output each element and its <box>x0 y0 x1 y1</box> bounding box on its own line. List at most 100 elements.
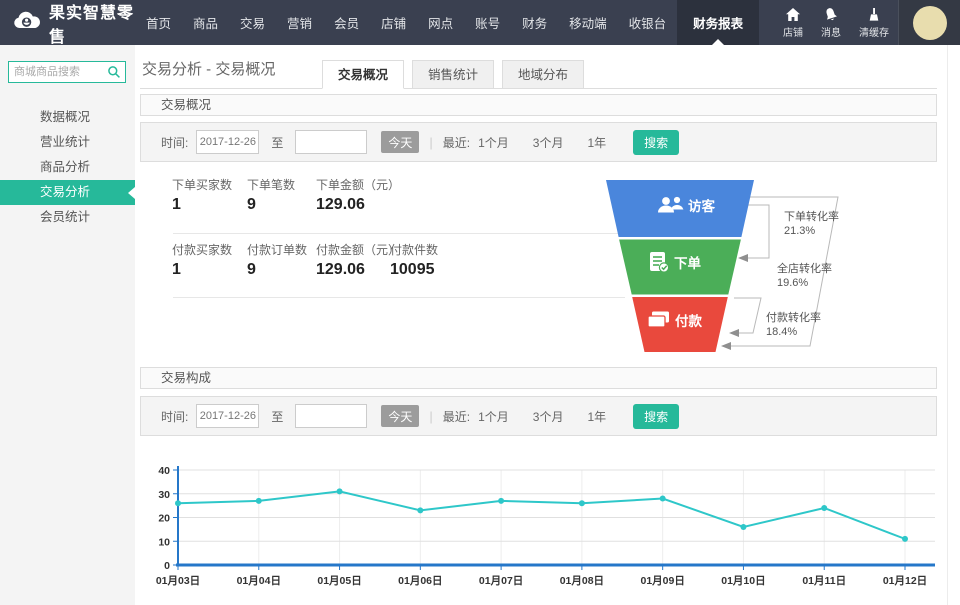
svg-text:01月08日: 01月08日 <box>560 575 604 587</box>
nav-item-marketing[interactable]: 营销 <box>276 0 323 45</box>
time-label: 时间: <box>161 134 188 151</box>
panel2-start-date-input[interactable] <box>196 404 259 428</box>
nav-item-finance-report-label: 财务报表 <box>693 13 743 32</box>
panel2-end-date-input[interactable] <box>295 404 367 428</box>
svg-text:01月11日: 01月11日 <box>802 575 846 587</box>
filter-divider: | <box>429 135 432 150</box>
main-content: 交易分析 - 交易概况 交易概况 销售统计 地域分布 交易概况 时间: 至 今天… <box>135 45 960 605</box>
clear-cache-button-label: 清缓存 <box>859 24 889 39</box>
filter-divider: | <box>429 409 432 424</box>
cloud-logo-icon <box>12 10 42 36</box>
search-icon[interactable] <box>107 65 121 84</box>
panel1-range-3month[interactable]: 3个月 <box>533 134 564 151</box>
avatar <box>913 6 947 40</box>
conversion-funnel-chart: 访客 下单 付款 下单转化率 21.3% 全店转化率 19.6% 付款转化率 1… <box>590 170 960 365</box>
panel2-search-button[interactable]: 搜索 <box>633 404 679 429</box>
nav-item-finance-report[interactable]: 财务报表 <box>677 0 759 45</box>
svg-text:01月10日: 01月10日 <box>721 575 765 587</box>
svg-text:20: 20 <box>158 513 170 525</box>
panel1-start-date-input[interactable] <box>196 130 259 154</box>
trade-composition-line-chart: 01020304001月03日01月04日01月05日01月06日01月07日0… <box>150 455 940 590</box>
panel2-today-button[interactable]: 今天 <box>381 405 419 427</box>
active-item-arrow-icon <box>128 187 135 199</box>
panel1-end-date-input[interactable] <box>295 130 367 154</box>
svg-text:01月05日: 01月05日 <box>317 575 361 587</box>
panel1-range-1month[interactable]: 1个月 <box>478 134 509 151</box>
top-nav: 果实智慧零售 首页 商品 交易 营销 会员 店铺 网点 账号 财务 移动端 收银… <box>0 0 960 45</box>
stat-order-amount: 下单金额（元） 129.06 <box>316 176 390 214</box>
funnel-stage-label-payments: 付款 <box>675 313 703 329</box>
sidebar-item-member-stats[interactable]: 会员统计 <box>0 205 135 230</box>
stats-divider <box>173 297 625 298</box>
funnel-stage-label-orders: 下单 <box>674 255 702 271</box>
active-nav-caret-icon <box>712 39 724 45</box>
svg-text:01月09日: 01月09日 <box>640 575 684 587</box>
sidebar-item-business-stats[interactable]: 营业统计 <box>0 130 135 155</box>
panel1-today-button[interactable]: 今天 <box>381 131 419 153</box>
arrow-left-icon <box>729 329 739 337</box>
svg-text:01月07日: 01月07日 <box>479 575 523 587</box>
breadcrumb: 交易分析 - 交易概况 <box>142 58 275 79</box>
svg-text:01月04日: 01月04日 <box>237 575 281 587</box>
recent-label: 最近: <box>443 408 470 425</box>
sidebar-item-goods-analysis[interactable]: 商品分析 <box>0 155 135 180</box>
panel1-range-1year[interactable]: 1年 <box>587 134 606 151</box>
shop-button[interactable]: 店铺 <box>774 0 812 45</box>
svg-text:10: 10 <box>158 536 170 548</box>
stat-order-buyers: 下单买家数 1 <box>172 176 247 214</box>
conversion-order-rate-label: 下单转化率 <box>784 209 839 223</box>
panel2-range-1month[interactable]: 1个月 <box>478 408 509 425</box>
stat-pay-items: 付款件数 10095 <box>390 241 438 279</box>
nav-item-trade[interactable]: 交易 <box>229 0 276 45</box>
messages-button[interactable]: 消息 <box>812 0 850 45</box>
svg-text:30: 30 <box>158 489 170 501</box>
svg-text:0: 0 <box>164 560 170 572</box>
clear-cache-button[interactable]: 清缓存 <box>850 0 898 45</box>
brand-logo[interactable]: 果实智慧零售 <box>0 0 135 45</box>
nav-item-mobile[interactable]: 移动端 <box>558 0 618 45</box>
panel1-title: 交易概况 <box>140 94 937 116</box>
stat-pay-buyers: 付款买家数 1 <box>172 241 247 279</box>
panel2-range-3month[interactable]: 3个月 <box>533 408 564 425</box>
recent-label: 最近: <box>443 134 470 151</box>
panel1-filter-bar: 时间: 至 今天 | 最近: 1个月 3个月 1年 搜索 <box>140 122 937 162</box>
panel2-range-1year[interactable]: 1年 <box>587 408 606 425</box>
nav-item-home[interactable]: 首页 <box>135 0 182 45</box>
funnel-connector-line <box>731 298 761 333</box>
stats-divider <box>173 233 625 234</box>
arrow-left-icon <box>738 254 748 262</box>
broom-icon <box>866 7 882 22</box>
conversion-order-rate-value: 21.3% <box>784 225 815 237</box>
brand-title: 果实智慧零售 <box>49 0 135 47</box>
time-label: 时间: <box>161 408 188 425</box>
conversion-pay-rate-value: 18.4% <box>766 326 797 338</box>
nav-item-finance[interactable]: 财务 <box>511 0 558 45</box>
payment-stats-row: 付款买家数 1 付款订单数 9 付款金额（元） 129.06 付款件数 1009… <box>172 241 438 279</box>
tab-bar: 交易概况 销售统计 地域分布 <box>322 60 584 89</box>
arrow-left-icon <box>721 342 731 350</box>
nav-item-account[interactable]: 账号 <box>464 0 511 45</box>
stat-pay-amount: 付款金额（元） 129.06 <box>316 241 390 279</box>
panel2-title: 交易构成 <box>140 367 937 389</box>
nav-item-shop[interactable]: 店铺 <box>370 0 417 45</box>
panel1-search-button[interactable]: 搜索 <box>633 130 679 155</box>
tab-region-distribution[interactable]: 地域分布 <box>502 60 584 89</box>
nav-item-members[interactable]: 会员 <box>323 0 370 45</box>
svg-text:40: 40 <box>158 465 170 477</box>
to-label: 至 <box>271 134 283 151</box>
messages-button-label: 消息 <box>821 24 841 39</box>
nav-item-goods[interactable]: 商品 <box>182 0 229 45</box>
user-avatar-button[interactable] <box>898 0 960 45</box>
bell-icon <box>823 7 839 22</box>
conversion-pay-rate-label: 付款转化率 <box>766 310 821 324</box>
sidebar-item-data-overview[interactable]: 数据概况 <box>0 105 135 130</box>
shop-home-icon <box>785 7 801 22</box>
nav-item-cashier[interactable]: 收银台 <box>618 0 678 45</box>
nav-item-outlets[interactable]: 网点 <box>417 0 464 45</box>
svg-text:01月03日: 01月03日 <box>156 575 200 587</box>
sidebar-item-trade-analysis[interactable]: 交易分析 <box>0 180 135 205</box>
tab-trade-overview[interactable]: 交易概况 <box>322 60 404 89</box>
tab-sales-stats[interactable]: 销售统计 <box>412 60 494 89</box>
panel2-filter-bar: 时间: 至 今天 | 最近: 1个月 3个月 1年 搜索 <box>140 396 937 436</box>
funnel-stage-label-visitors: 访客 <box>688 198 716 214</box>
